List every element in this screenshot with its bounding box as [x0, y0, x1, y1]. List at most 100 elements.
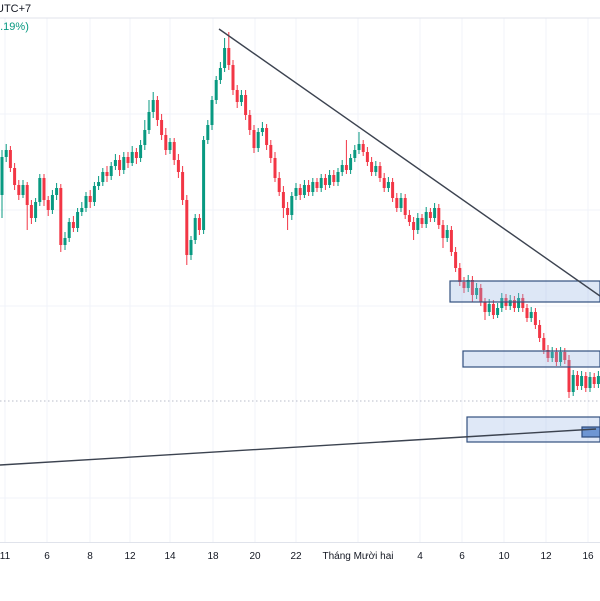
- candle-body: [134, 152, 138, 158]
- candle-body: [491, 304, 495, 315]
- time-axis-tick: 22: [290, 551, 302, 562]
- candle-body: [323, 178, 327, 185]
- candle-body: [433, 208, 437, 218]
- time-axis-tick: 4: [417, 551, 423, 562]
- candle-body: [386, 182, 390, 188]
- candle-body: [307, 185, 311, 192]
- supply-zone-upper[interactable]: [449, 280, 600, 303]
- candle-body: [25, 185, 29, 205]
- candle-body: [378, 166, 382, 178]
- candle-body: [584, 376, 588, 388]
- time-axis-tick: 16: [582, 551, 594, 562]
- candle-body: [286, 208, 290, 215]
- candle-body: [361, 144, 365, 152]
- candle-body: [13, 168, 17, 185]
- supply-zone-middle[interactable]: [462, 350, 600, 368]
- candle-body: [571, 375, 575, 392]
- candle-body: [197, 218, 201, 230]
- candle-body: [575, 375, 579, 386]
- candle-body: [302, 185, 306, 195]
- candle-body: [336, 172, 340, 182]
- candle-body: [399, 198, 403, 208]
- candle-body: [298, 188, 302, 195]
- candle-body: [260, 128, 264, 132]
- candle-body: [252, 130, 256, 148]
- candle-body: [533, 312, 537, 325]
- candle-body: [277, 178, 281, 192]
- candle-body: [189, 240, 193, 255]
- candle-body: [344, 165, 348, 170]
- candle-body: [420, 218, 424, 224]
- candle-body: [428, 212, 432, 218]
- candle-body: [0, 157, 4, 195]
- time-axis-tick: 20: [249, 551, 261, 562]
- candle-body: [365, 152, 369, 162]
- candle-body: [80, 208, 84, 212]
- candle-body: [441, 225, 445, 238]
- ascending-trendline[interactable]: [0, 428, 597, 466]
- time-axis-tick: 11: [0, 551, 11, 562]
- candle-body: [92, 186, 96, 202]
- candle-body: [88, 196, 92, 202]
- candle-body: [155, 100, 159, 120]
- candle-body: [332, 175, 336, 182]
- candle-body: [4, 150, 8, 157]
- candle-body: [483, 302, 487, 312]
- time-axis[interactable]: 11 6 8 12 14 18 20 22 Tháng Mười hai 4 6 10 12 16: [0, 542, 600, 601]
- time-axis-tick: 6: [44, 551, 50, 562]
- demand-zone-inner[interactable]: [581, 426, 600, 438]
- candle-body: [34, 202, 38, 218]
- candle-body: [592, 377, 596, 384]
- candle-body: [160, 120, 164, 135]
- candle-body: [319, 178, 323, 188]
- candlestick-chart[interactable]: [0, 0, 600, 542]
- candle-body: [542, 338, 546, 350]
- time-axis-tick: 6: [459, 551, 465, 562]
- candle-body: [126, 157, 130, 163]
- candle-body: [185, 200, 189, 255]
- candle-body: [168, 142, 172, 150]
- candle-body: [223, 48, 227, 68]
- candle-body: [487, 304, 491, 312]
- candle-body: [525, 308, 529, 318]
- candle-body: [29, 205, 33, 218]
- candle-body: [151, 100, 155, 112]
- candle-body: [315, 182, 319, 188]
- candle-body: [71, 222, 75, 228]
- time-axis-tick: 8: [87, 551, 93, 562]
- candle-body: [580, 376, 584, 386]
- candle-body: [407, 215, 411, 222]
- candle-body: [130, 152, 134, 163]
- candle-body: [202, 140, 206, 230]
- candle-body: [391, 182, 395, 198]
- candle-body: [349, 158, 353, 170]
- candle-body: [235, 90, 239, 102]
- candle-body: [244, 95, 248, 115]
- candle-body: [449, 230, 453, 252]
- time-axis-tick: 12: [124, 551, 136, 562]
- candle-body: [437, 208, 441, 225]
- candle-body: [218, 68, 222, 80]
- candle-body: [269, 145, 273, 158]
- candle-body: [118, 160, 122, 170]
- chart-pane[interactable]: [0, 0, 600, 542]
- candle-body: [290, 196, 294, 215]
- candle-body: [273, 158, 277, 178]
- candle-body: [227, 48, 231, 65]
- candle-body: [239, 95, 243, 102]
- candle-body: [8, 150, 12, 168]
- candle-body: [113, 160, 117, 166]
- candle-body: [454, 252, 458, 268]
- candle-body: [596, 376, 600, 384]
- candle-body: [340, 165, 344, 172]
- time-axis-tick: 12: [540, 551, 552, 562]
- candle-body: [206, 125, 210, 140]
- candle-body: [38, 178, 42, 202]
- candle-body: [374, 166, 378, 172]
- candle-body: [101, 172, 105, 182]
- candle-body: [458, 268, 462, 282]
- candle-body: [328, 175, 332, 185]
- candle-body: [17, 185, 21, 195]
- candle-body: [311, 182, 315, 192]
- candle-body: [147, 112, 151, 130]
